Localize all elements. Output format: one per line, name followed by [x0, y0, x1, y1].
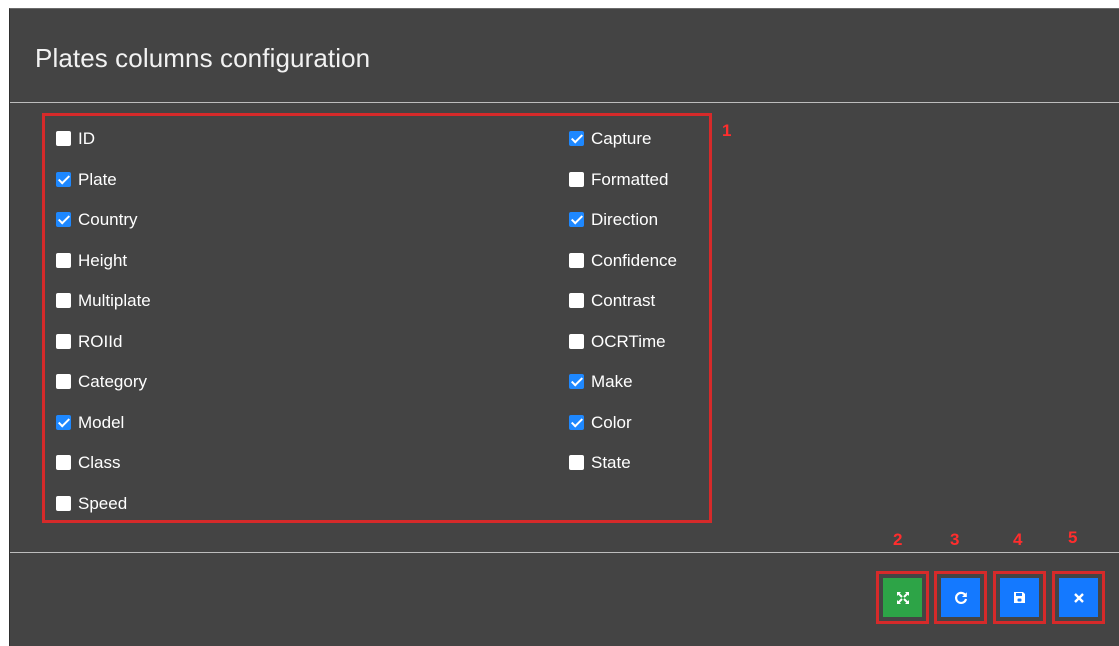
checkbox[interactable]: [569, 252, 584, 268]
option-label: Country: [78, 210, 138, 229]
option-label: ID: [78, 129, 95, 148]
checkbox-option-speed[interactable]: Speed: [56, 493, 151, 536]
left-column-list: ID Plate Country Height Multiplate ROIId…: [56, 130, 151, 535]
checkbox-option-confidence[interactable]: Confidence: [569, 250, 678, 293]
checkbox-option-direction[interactable]: Direction: [569, 211, 677, 252]
option-label: Contrast: [591, 291, 656, 310]
option-label: Height: [78, 250, 128, 270]
header-divider: [10, 102, 1119, 103]
save-button[interactable]: [1000, 578, 1039, 617]
checkbox[interactable]: [569, 131, 584, 146]
checkbox-option-multiplate[interactable]: Multiplate: [56, 292, 151, 333]
dialog-title: Plates columns configuration: [35, 43, 371, 73]
refresh-icon: [954, 591, 967, 604]
right-column-list: Capture Formatted Direction Confidence C…: [569, 130, 677, 495]
option-label: Confidence: [591, 250, 678, 270]
save-button-frame: [993, 571, 1046, 624]
annotation-marker-5: 5: [1068, 528, 1078, 547]
checkbox[interactable]: [56, 455, 71, 470]
annotation-marker-3: 3: [950, 530, 960, 549]
option-label: Plate: [78, 169, 117, 189]
checkbox[interactable]: [569, 212, 584, 227]
expand-button[interactable]: [883, 578, 922, 617]
checkbox-option-ocrtime[interactable]: OCRTime: [569, 331, 677, 374]
expand-button-frame: [876, 571, 929, 624]
annotation-marker-4: 4: [1013, 530, 1023, 549]
option-label: Capture: [591, 129, 652, 148]
option-label: Category: [78, 372, 147, 391]
checkbox-option-capture[interactable]: Capture: [569, 130, 677, 171]
checkbox-option-model[interactable]: Model: [56, 412, 151, 455]
reset-button[interactable]: [941, 578, 980, 617]
checkbox-option-contrast[interactable]: Contrast: [569, 292, 677, 333]
close-button-frame: [1052, 571, 1105, 624]
checkbox[interactable]: [569, 333, 584, 349]
option-label: Color: [591, 412, 632, 432]
checkbox-option-roiid[interactable]: ROIId: [56, 331, 151, 374]
annotation-marker-1: 1: [722, 121, 732, 140]
columns-highlight-box: ID Plate Country Height Multiplate ROIId…: [42, 113, 712, 523]
checkbox-option-color[interactable]: Color: [569, 412, 677, 455]
close-button[interactable]: [1059, 578, 1098, 617]
checkbox[interactable]: [56, 333, 71, 349]
checkbox-option-plate[interactable]: Plate: [56, 169, 151, 212]
option-label: Class: [78, 453, 121, 472]
checkbox[interactable]: [569, 414, 584, 430]
checkbox[interactable]: [56, 293, 71, 308]
checkbox[interactable]: [56, 212, 71, 227]
checkbox[interactable]: [56, 414, 71, 430]
expand-icon: [896, 591, 909, 604]
checkbox[interactable]: [56, 374, 71, 389]
option-label: Speed: [78, 493, 128, 513]
option-label: Formatted: [591, 169, 669, 189]
option-label: Multiplate: [78, 291, 151, 310]
checkbox-option-category[interactable]: Category: [56, 373, 151, 414]
save-icon: [1014, 592, 1025, 603]
close-icon: [1073, 592, 1084, 603]
checkbox[interactable]: [56, 131, 71, 146]
checkbox-option-make[interactable]: Make: [569, 373, 677, 414]
option-label: Model: [78, 412, 125, 432]
footer-divider: [10, 552, 1119, 553]
checkbox[interactable]: [569, 171, 584, 187]
checkbox-option-height[interactable]: Height: [56, 250, 151, 293]
reset-button-frame: [934, 571, 987, 624]
columns-config-dialog: Plates columns configuration ID Plate Co…: [9, 8, 1119, 646]
checkbox-option-state[interactable]: State: [569, 454, 677, 495]
checkbox-option-id[interactable]: ID: [56, 130, 151, 171]
checkbox-option-class[interactable]: Class: [56, 454, 151, 495]
option-label: OCRTime: [591, 331, 666, 351]
checkbox[interactable]: [569, 293, 584, 308]
checkbox[interactable]: [569, 374, 584, 389]
option-label: ROIId: [78, 331, 123, 351]
option-label: State: [591, 453, 631, 472]
checkbox-option-country[interactable]: Country: [56, 211, 151, 252]
annotation-marker-2: 2: [893, 530, 903, 549]
checkbox[interactable]: [56, 171, 71, 187]
option-label: Direction: [591, 210, 659, 229]
option-label: Make: [591, 372, 633, 391]
checkbox-option-formatted[interactable]: Formatted: [569, 169, 677, 212]
checkbox[interactable]: [56, 252, 71, 268]
checkbox[interactable]: [569, 455, 584, 470]
checkbox[interactable]: [56, 495, 71, 511]
